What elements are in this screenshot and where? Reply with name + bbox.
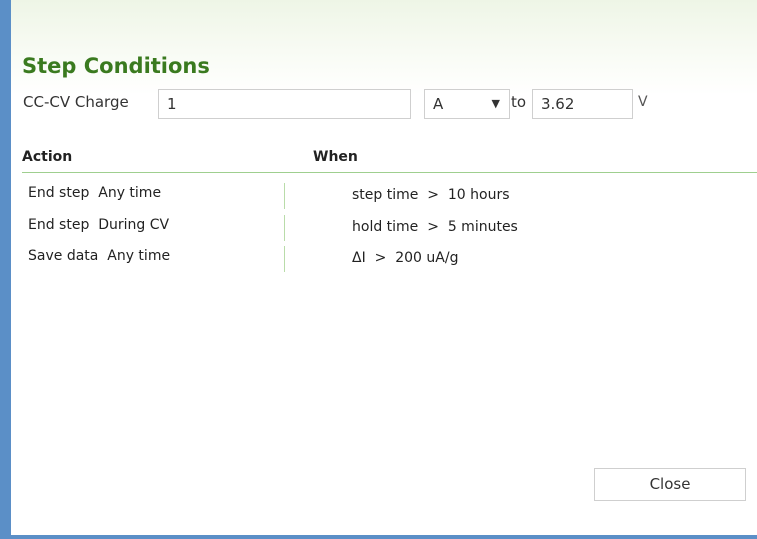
row-action: Save data Any time: [28, 248, 171, 264]
dialog-title: Step Conditions: [22, 54, 210, 78]
table-row[interactable]: End step Any time step time > 10 hours: [11, 183, 757, 211]
column-separator: [284, 215, 285, 241]
window-frame-bottom: [0, 535, 757, 539]
row-action: End step During CV: [28, 217, 170, 233]
voltage-value: 3.62: [541, 95, 575, 113]
unit-value: A: [433, 95, 444, 113]
row-action: End step Any time: [28, 185, 162, 201]
row-condition: hold time > 5 minutes: [352, 219, 518, 235]
when-column-header: When: [313, 149, 358, 165]
row-condition: step time > 10 hours: [352, 187, 510, 203]
step-conditions-dialog: Step Conditions CC-CV Charge 1 A ▼ to 3.…: [11, 0, 757, 535]
action-column-header: Action: [22, 149, 73, 165]
amount-input[interactable]: 1: [158, 89, 411, 119]
row-condition: ΔI > 200 uA/g: [352, 250, 459, 266]
table-row[interactable]: Save data Any time ΔI > 200 uA/g: [11, 246, 757, 274]
chevron-down-icon: ▼: [491, 97, 500, 110]
mode-label: CC-CV Charge: [23, 93, 129, 111]
to-label: to: [511, 93, 527, 111]
column-separator: [284, 183, 285, 209]
voltage-unit-label: V: [638, 94, 648, 110]
unit-dropdown[interactable]: A ▼: [424, 89, 510, 119]
column-separator: [284, 246, 285, 272]
voltage-input[interactable]: 3.62: [532, 89, 633, 119]
table-row[interactable]: End step During CV hold time > 5 minutes: [11, 215, 757, 243]
header-divider: [22, 172, 757, 173]
close-button[interactable]: Close: [594, 468, 746, 501]
window-frame-left: [0, 0, 11, 539]
amount-value: 1: [167, 95, 177, 113]
